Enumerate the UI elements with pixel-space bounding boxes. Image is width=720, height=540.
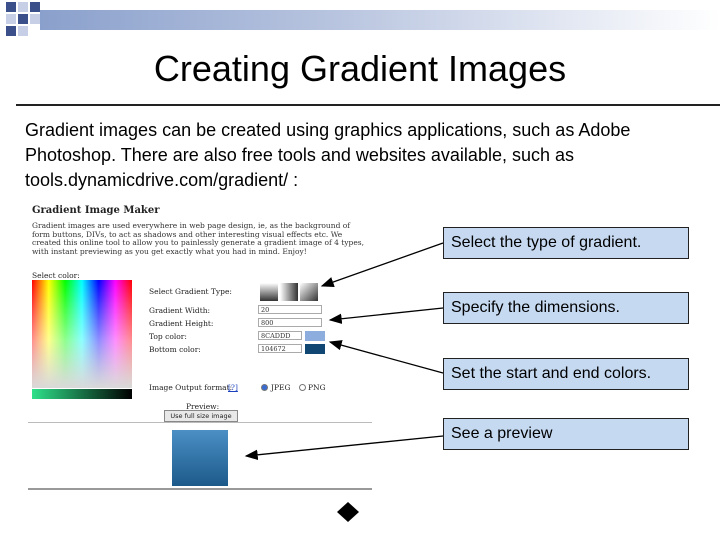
callout-arrows — [244, 242, 444, 522]
nav-diamond-icon[interactable] — [337, 502, 359, 522]
arrow-colors — [328, 340, 444, 374]
arrow-gradient-type — [320, 242, 444, 287]
arrow-dimensions — [328, 307, 444, 324]
callout-dimensions: Specify the dimensions. — [443, 292, 689, 324]
callout-colors: Set the start and end colors. — [443, 358, 689, 390]
callout-preview: See a preview — [443, 418, 689, 450]
arrow-preview — [244, 435, 444, 460]
callout-gradient-type: Select the type of gradient. — [443, 227, 689, 259]
